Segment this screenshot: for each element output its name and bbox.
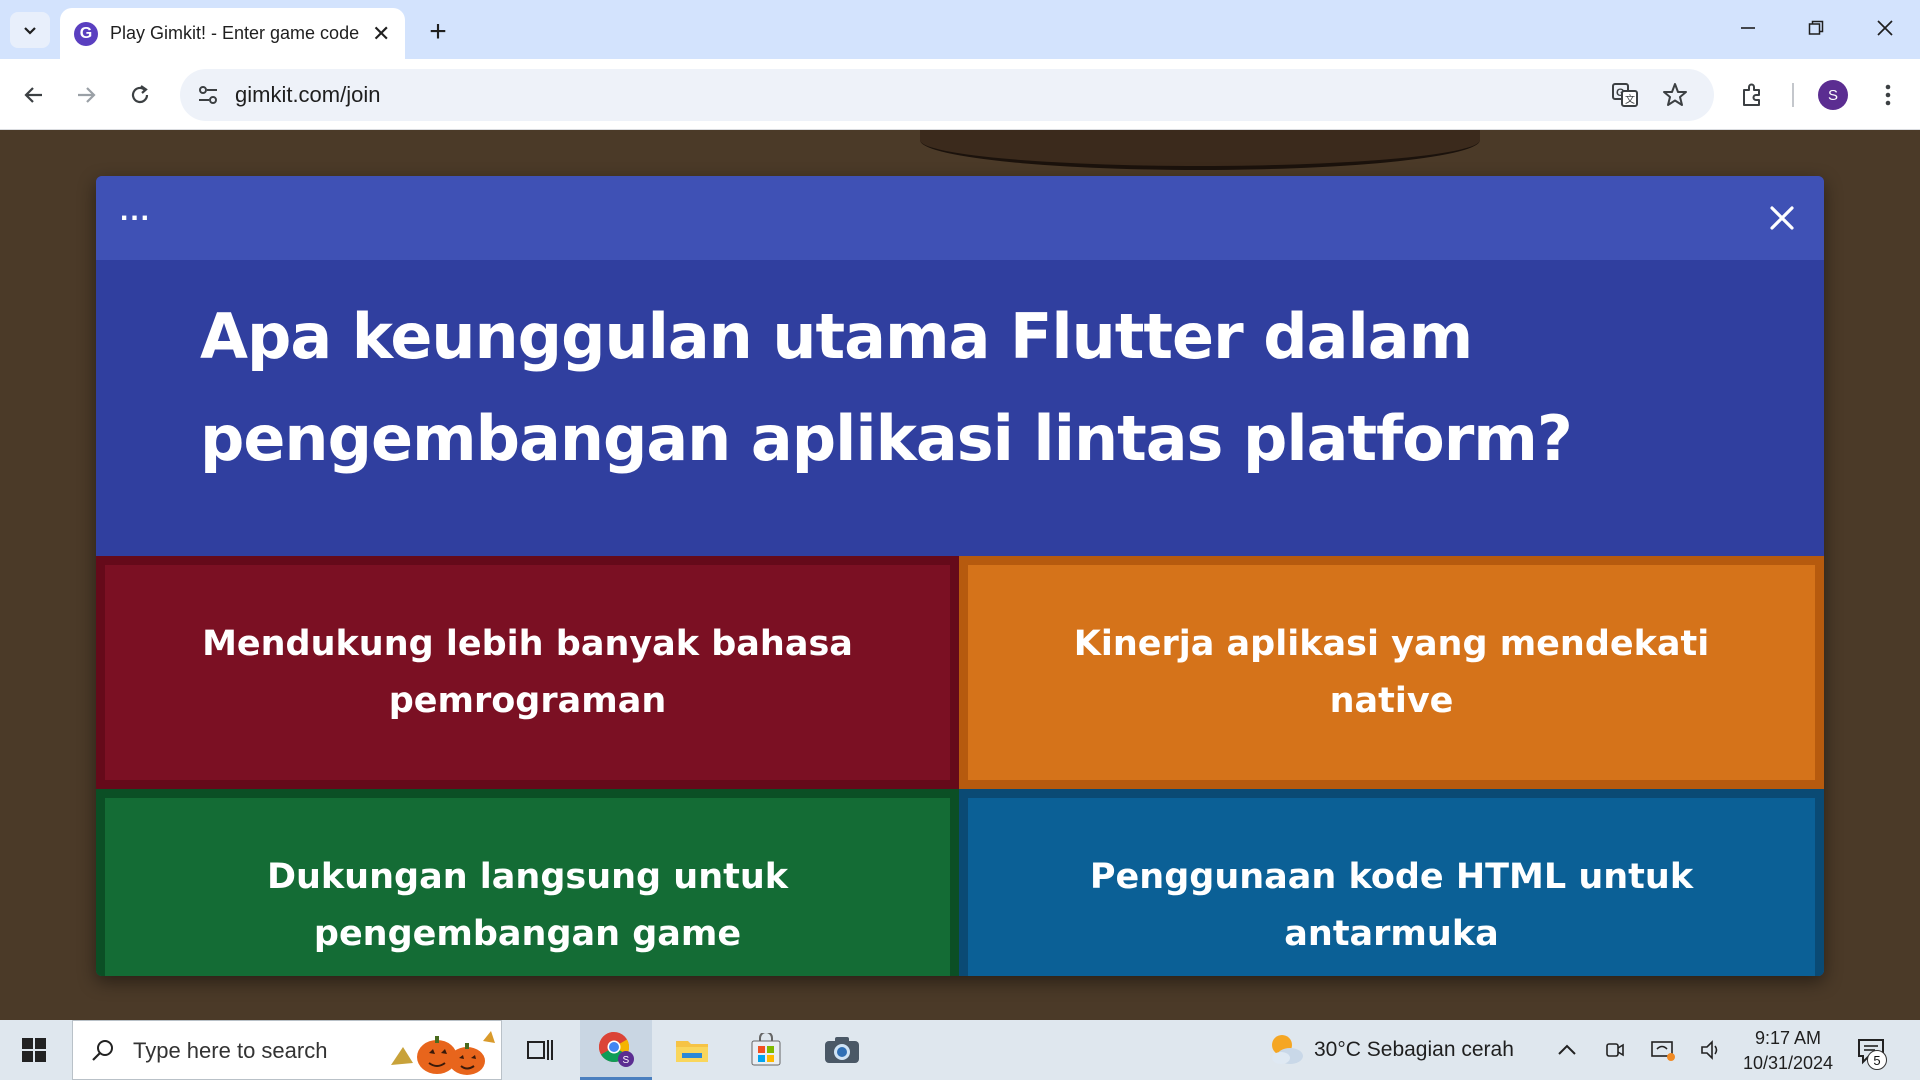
- close-window-icon[interactable]: [1855, 8, 1915, 48]
- clock-date: 10/31/2024: [1742, 1053, 1834, 1073]
- search-placeholder: Type here to search: [133, 1038, 328, 1063]
- active-tab[interactable]: G Play Gimkit! - Enter game code ✕: [60, 8, 405, 59]
- meet-icon[interactable]: [1601, 1036, 1629, 1064]
- answer-option-4[interactable]: Penggunaan kode HTML untuk antarmuka: [959, 789, 1824, 976]
- question-text: Apa keunggulan utama Flutter dalam penge…: [200, 300, 1573, 475]
- tab-list-icon: [24, 27, 36, 35]
- chrome-profile-badge: S: [623, 1055, 630, 1066]
- url-text: gimkit.com/join: [235, 82, 381, 107]
- task-view-icon[interactable]: [504, 1020, 576, 1080]
- weather-text: 30°C Sebagian cerah: [1314, 1038, 1514, 1061]
- new-tab-icon[interactable]: +: [420, 14, 456, 50]
- site-info-icon[interactable]: [194, 81, 222, 109]
- browser-toolbar: gimkit.com/join G文 S: [0, 59, 1920, 130]
- chrome-icon[interactable]: S: [580, 1020, 652, 1080]
- menu-icon[interactable]: [1866, 73, 1910, 117]
- tab-title: Play Gimkit! - Enter game code: [110, 23, 360, 43]
- answer-option-1[interactable]: Mendukung lebih banyak bahasa pemrograma…: [96, 556, 959, 789]
- store-icon[interactable]: [730, 1020, 802, 1080]
- close-tab-icon[interactable]: ✕: [372, 22, 390, 45]
- chevron-up-icon[interactable]: [1553, 1036, 1581, 1064]
- clock-time: 9:17 AM: [1754, 1028, 1822, 1048]
- volume-icon[interactable]: [1697, 1036, 1725, 1064]
- camera-icon[interactable]: [806, 1020, 878, 1080]
- tab-list-button[interactable]: [10, 12, 50, 48]
- toolbar-separator: [1792, 83, 1794, 107]
- profile-avatar[interactable]: S: [1818, 80, 1848, 110]
- svg-text:文: 文: [1625, 93, 1635, 106]
- background-art: [920, 130, 1480, 170]
- taskbar-search-box[interactable]: Type here to search: [72, 1020, 502, 1080]
- reload-icon[interactable]: [118, 73, 162, 117]
- browser-tab-bar: G Play Gimkit! - Enter game code ✕ +: [0, 0, 1920, 59]
- file-explorer-icon[interactable]: [656, 1020, 728, 1080]
- notification-badge: 5: [1867, 1050, 1887, 1070]
- translate-icon[interactable]: G文: [1610, 80, 1640, 110]
- search-icon: [92, 1040, 113, 1061]
- restore-icon[interactable]: [1786, 8, 1846, 48]
- star-icon[interactable]: [1660, 80, 1690, 110]
- network-icon[interactable]: [1649, 1036, 1677, 1064]
- windows-taskbar: Type here to search S 30°C Sebagian cera…: [0, 1020, 1920, 1080]
- weather-widget[interactable]: 30°C Sebagian cerah: [1266, 1030, 1514, 1070]
- windows-start-icon[interactable]: [12, 1032, 56, 1068]
- forward-icon[interactable]: [64, 73, 108, 117]
- question-modal: ... Apa keunggulan utama Flutter dalam p…: [96, 176, 1824, 976]
- back-icon[interactable]: [12, 73, 56, 117]
- answer-option-2[interactable]: Kinerja aplikasi yang mendekati native: [959, 556, 1824, 789]
- system-clock[interactable]: 9:17 AM 10/31/2024: [1735, 1026, 1841, 1076]
- answer-grid: Mendukung lebih banyak bahasa pemrograma…: [96, 556, 1824, 976]
- extensions-icon[interactable]: [1730, 73, 1774, 117]
- minimize-icon[interactable]: [1718, 8, 1778, 48]
- gimkit-page: ... Apa keunggulan utama Flutter dalam p…: [0, 130, 1920, 1020]
- address-bar[interactable]: gimkit.com/join G文: [180, 69, 1714, 121]
- modal-header: ...: [96, 176, 1824, 260]
- answer-option-3[interactable]: Dukungan langsung untuk pengembangan gam…: [96, 789, 959, 976]
- modal-menu-button[interactable]: ...: [120, 194, 151, 228]
- pumpkin-decoration: [391, 1031, 495, 1075]
- weather-icon: [1272, 1035, 1303, 1064]
- modal-close-icon[interactable]: [1762, 198, 1802, 238]
- gimkit-favicon: G: [74, 21, 98, 46]
